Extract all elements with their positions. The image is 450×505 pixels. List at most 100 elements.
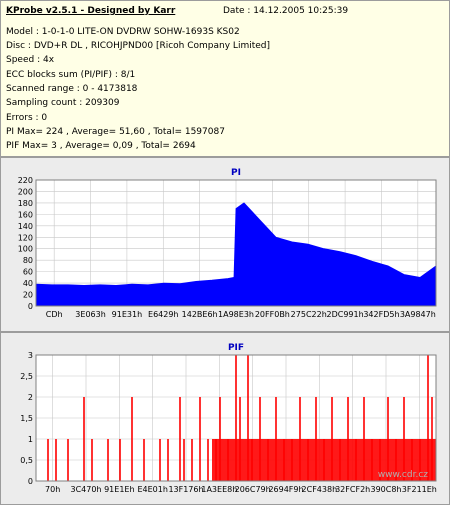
pif-bar [355,439,357,481]
pi-xtick-label: 3E063h [75,310,105,319]
pif-bar [183,439,185,481]
info-speed: Speed : 4x [6,55,55,65]
pi-ytick-label: 140 [18,222,33,231]
pif-xtick-label: 70h [45,485,60,494]
pif-xtick-label: 13F176h [168,485,203,494]
pif-bar [143,439,145,481]
pif-bar [83,397,85,481]
pif-bar [67,439,69,481]
pi-chart-title: PI [231,168,241,178]
pif-bar [251,439,253,481]
pi-xtick-label: E6429h [148,310,178,319]
pif-bar [291,439,293,481]
pi-ytick-label: 0 [28,302,33,311]
app-title: KProbe v2.5.1 - Designed by Karr [6,6,176,16]
pif-bar [199,397,201,481]
info-ecc: ECC blocks sum (PI/PIF) : 8/1 [6,70,136,80]
pif-bar [91,439,93,481]
pif-bar [215,439,217,481]
pif-bar [275,397,277,481]
pi-chart-panel: PI 0 20 40 60 80 100 120 140 160 180 200 220 CDh 3E063… [0,157,450,332]
pif-ytick-label: 1,5 [20,414,33,423]
pif-chart-title: PIF [228,343,244,353]
pif-xtick-label: 206C79h [235,485,271,494]
scan-date: Date : 14.12.2005 10:25:39 [223,6,349,16]
pi-xtick-label: 1A98E3h [218,310,254,319]
pif-xtick-label: 1A3EE8h [201,485,237,494]
pif-bar [331,397,333,481]
pif-bar [107,439,109,481]
pif-xtick-label: 390C8h [370,485,401,494]
pif-xtick-label: 3C470h [70,485,101,494]
pi-chart: PI 0 20 40 60 80 100 120 140 160 180 200 220 CDh 3E063… [18,168,437,319]
info-panel: KProbe v2.5.1 - Designed by Karr Date : … [0,0,450,157]
pif-bar [339,439,341,481]
pif-bar [283,439,285,481]
pif-xtick-label: 3F211Eh [402,485,437,494]
pi-xtick-label: 275C22h [291,310,327,319]
info-pif-stats: PIF Max= 3 , Average= 0,09 , Total= 2694 [6,141,196,151]
pi-xtick-label: CDh [46,310,63,319]
pif-bar [119,439,121,481]
pi-xtick-label: 91E31h [112,310,142,319]
pif-bar [191,439,193,481]
pif-bar [131,397,133,481]
pif-ytick-label: 2 [28,393,33,402]
pif-bar [167,439,169,481]
pif-bar [179,397,181,481]
pif-ytick-label: 2,5 [20,372,33,381]
pif-bar [47,439,49,481]
pi-ytick-label: 100 [18,245,33,254]
info-sampling: Sampling count : 209309 [6,98,120,108]
pif-bar [267,439,269,481]
pi-xtick-label: 3A9847h [400,310,436,319]
pif-bar [207,439,209,481]
pif-bar [227,439,229,481]
pif-bar [347,397,349,481]
pi-ytick-label: 60 [23,268,33,277]
pif-xtick-label: 2694F9h [268,485,303,494]
pi-ytick-label: 200 [18,187,33,196]
pif-bar [427,355,429,481]
pi-ytick-label: 120 [18,233,33,242]
pif-bar [235,355,237,481]
pi-xtick-label: 342FD5h [363,310,399,319]
pif-bar [307,439,309,481]
info-errors: Errors : 0 [6,113,48,123]
pif-xtick-label: E4E01h [137,485,167,494]
watermark-text: www.cdr.cz [378,470,428,480]
info-range: Scanned range : 0 - 4173818 [6,84,138,94]
pi-xtick-label: 2DC991h [326,310,363,319]
pif-bar [159,439,161,481]
pi-ytick-label: 180 [18,199,33,208]
pi-ytick-label: 160 [18,210,33,219]
pif-bar [259,397,261,481]
pif-bar [55,439,57,481]
pif-bar [403,397,405,481]
pi-ytick-label: 20 [23,291,33,300]
pif-chart-panel: PIF 0 0,5 1 1,5 2 2,5 3 70h 3C470h 91E1Eh E4E01h 13F… [0,332,450,505]
pif-bar [315,397,317,481]
pi-xtick-label: 142BE6h [182,310,218,319]
pif-bar [431,397,433,481]
info-disc: Disc : DVD+R DL , RICOHJPND00 [Ricoh Com… [6,41,270,51]
info-pi-stats: PI Max= 224 , Average= 51,60 , Total= 15… [6,127,225,137]
pif-bar [363,397,365,481]
pi-ytick-label: 220 [18,176,33,185]
pif-chart: PIF 0 0,5 1 1,5 2 2,5 3 70h 3C470h 91E1Eh E4E01h 13F… [20,343,437,494]
pif-bar [371,439,373,481]
pif-ytick-label: 0,5 [20,456,33,465]
pif-bar [387,397,389,481]
pif-bar [299,397,301,481]
pi-xtick-label: 20FF0Bh [255,310,290,319]
pif-ytick-label: 3 [28,351,33,360]
pif-xtick-label: 91E1Eh [104,485,134,494]
pif-xtick-label: 32FCF2h [335,485,370,494]
pif-bar [219,397,221,481]
pi-ytick-label: 80 [23,256,33,265]
pif-ytick-label: 0 [28,477,33,486]
pif-bar [323,439,325,481]
pif-bar [239,397,241,481]
pif-ytick-label: 1 [28,435,33,444]
pi-ytick-label: 40 [23,279,33,288]
